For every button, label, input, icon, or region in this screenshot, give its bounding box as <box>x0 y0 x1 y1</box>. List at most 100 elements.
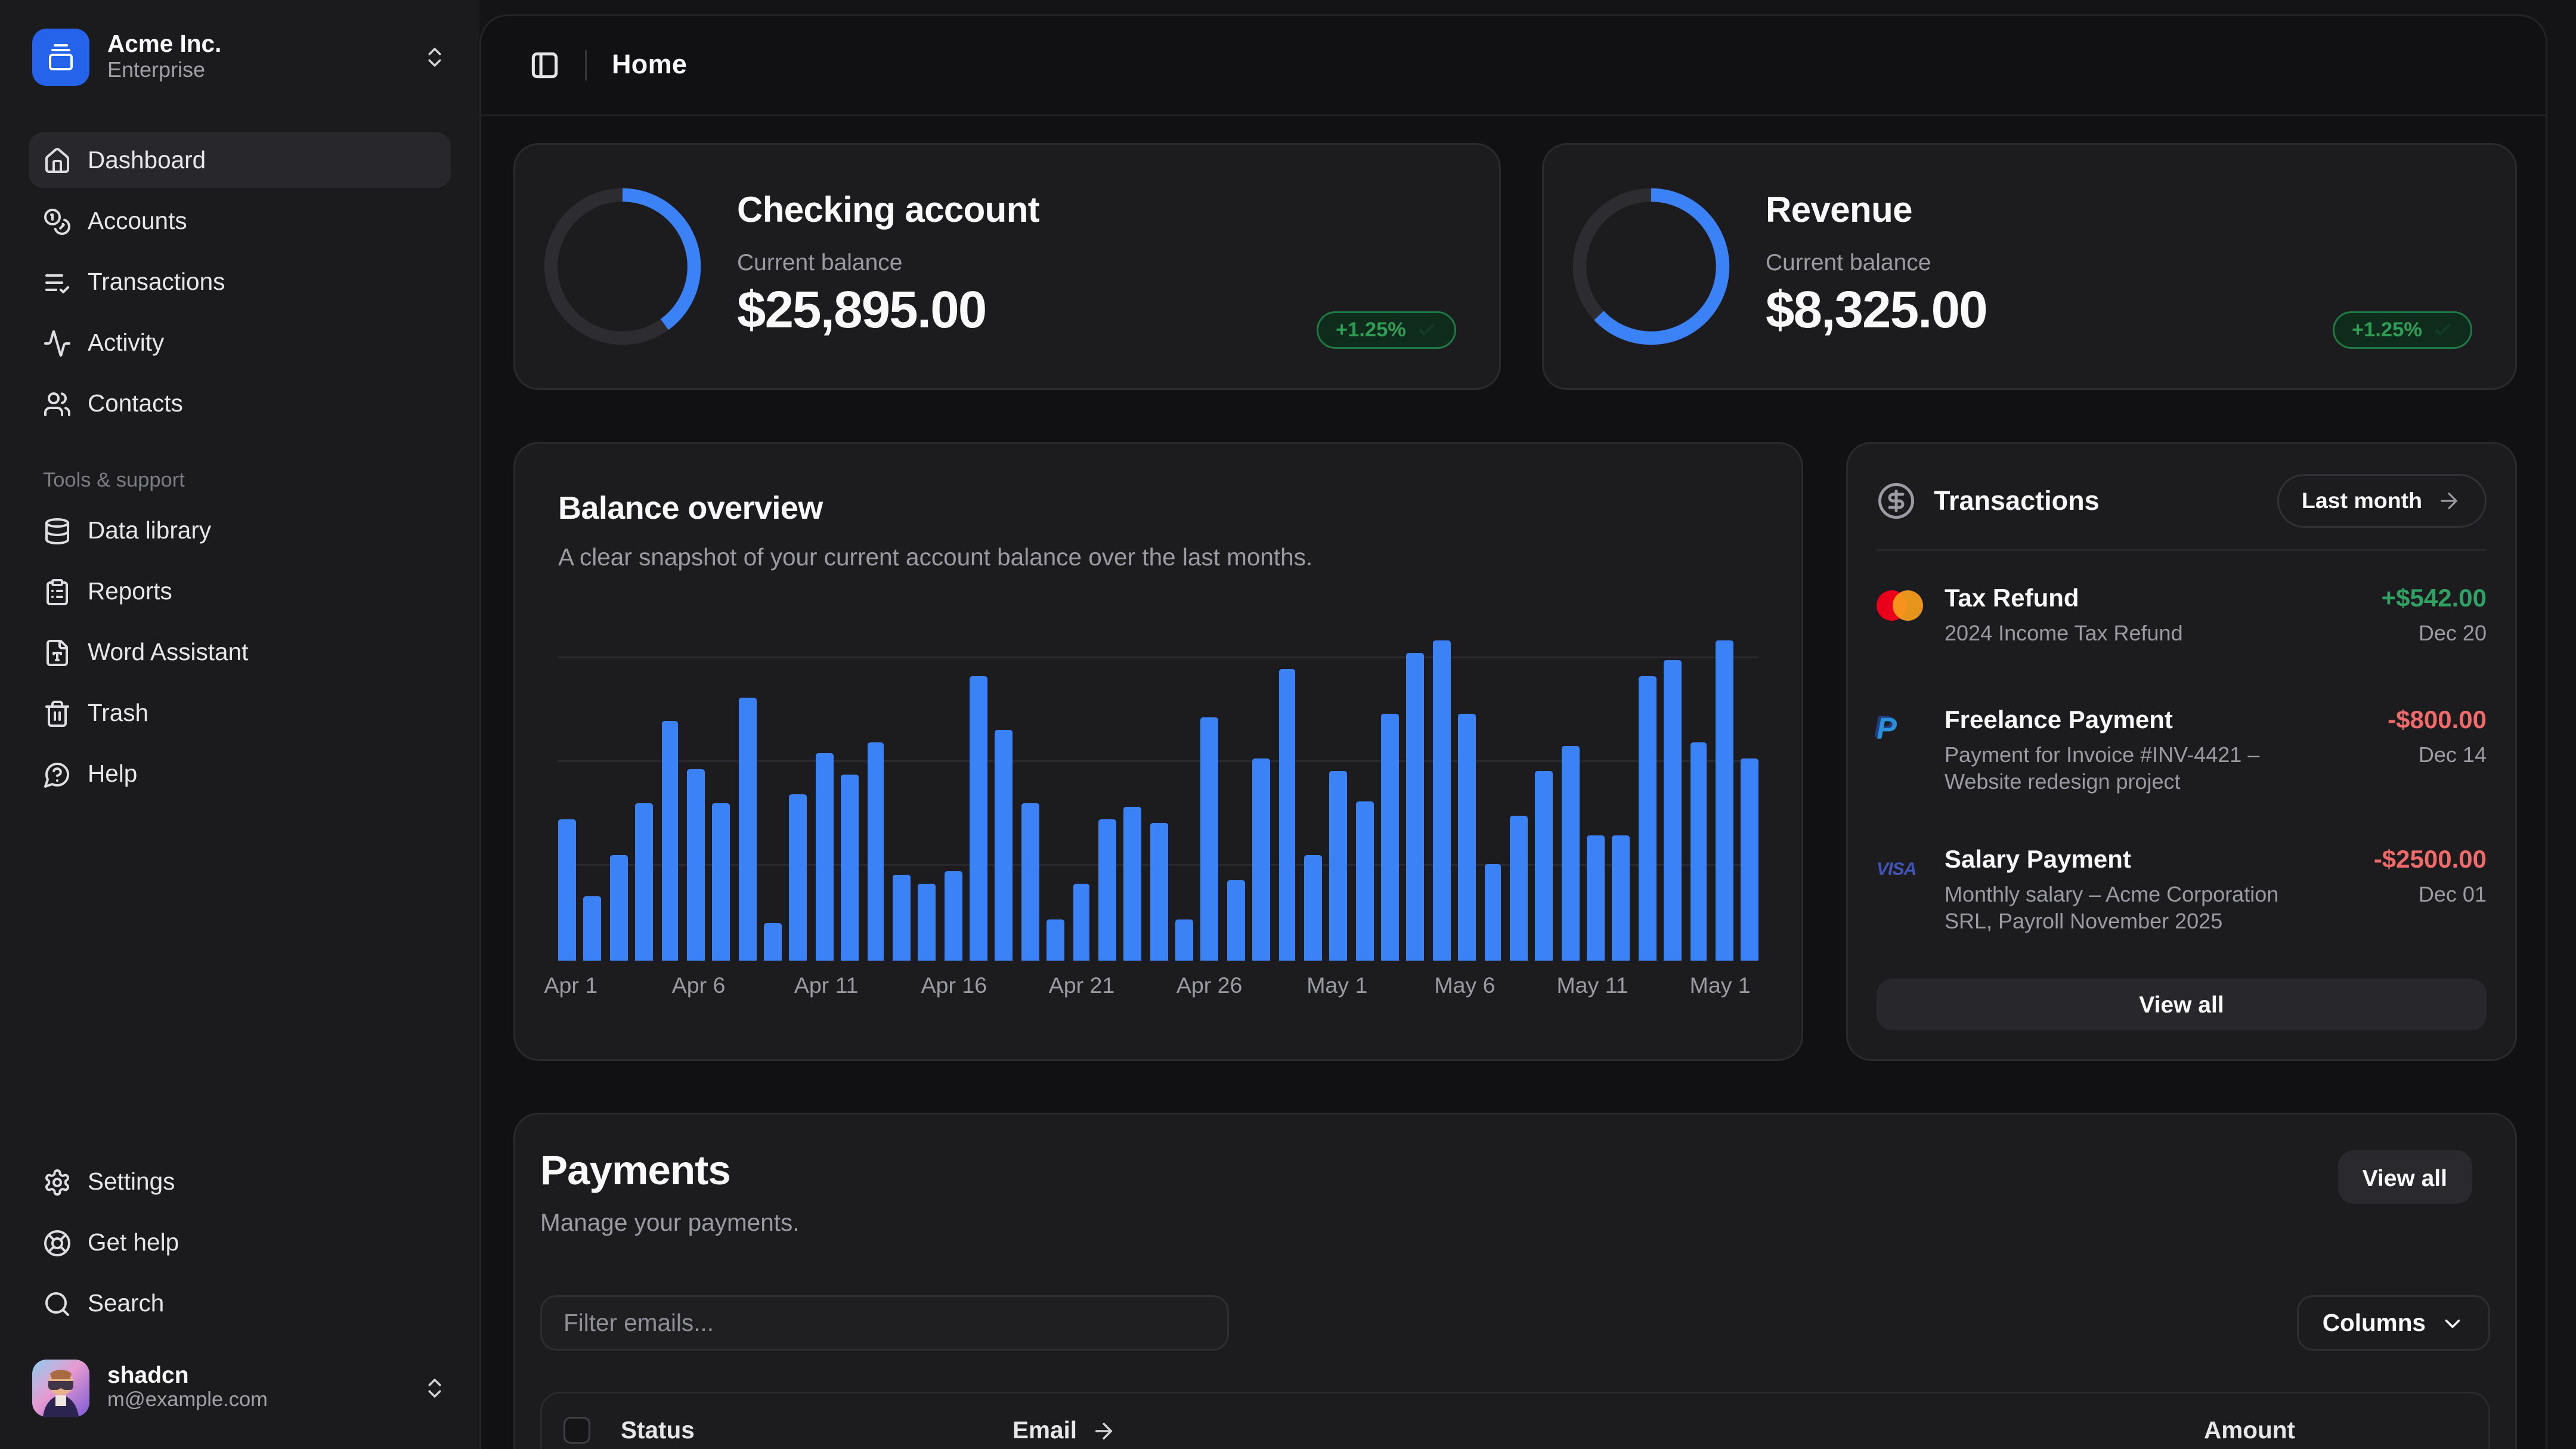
file-type-icon <box>43 638 72 667</box>
sidebar-item-get-help[interactable]: Get help <box>29 1215 451 1270</box>
sidebar-item-word-assistant[interactable]: Word Assistant <box>29 624 451 680</box>
chart-bar <box>713 804 730 961</box>
chart-bar <box>1664 660 1682 961</box>
chart-bar <box>1612 836 1630 961</box>
transactions-view-all-button[interactable]: View all <box>1877 979 2487 1030</box>
chart-bar <box>1535 772 1553 961</box>
payments-title: Payments <box>515 1114 2515 1195</box>
user-menu[interactable]: shadcn m@example.com <box>29 1352 451 1424</box>
transaction-description: Monthly salary – Acme Corporation SRL, P… <box>1945 882 2302 937</box>
sidebar-item-label: Transactions <box>88 268 225 295</box>
chart-bar <box>1175 919 1193 961</box>
sidebar-toggle-button[interactable] <box>521 42 567 89</box>
page-title: Home <box>612 50 687 80</box>
transactions-title: Transactions <box>1934 486 2100 516</box>
chart-bar <box>1021 804 1039 961</box>
payments-card: Payments Manage your payments. View all … <box>513 1113 2517 1449</box>
sidebar-item-label: Trash <box>88 699 148 726</box>
dashboard-app: Acme Inc. Enterprise Dashboard Accounts … <box>0 0 2576 1449</box>
chart-subtitle: A clear snapshot of your current account… <box>515 528 1801 571</box>
coins-icon <box>43 207 72 236</box>
transaction-row[interactable]: VISA Salary Payment Monthly salary – Acm… <box>1877 844 2487 937</box>
chevron-down-icon <box>2440 1311 2465 1336</box>
progress-ring <box>1565 181 1737 352</box>
sidebar-item-dashboard[interactable]: Dashboard <box>29 132 451 188</box>
org-switcher[interactable]: Acme Inc. Enterprise <box>29 21 451 93</box>
x-tick-label: Apr 1 <box>544 973 598 998</box>
chart-bar <box>1098 820 1116 961</box>
visa-icon: VISA <box>1877 844 1945 937</box>
sidebar-item-label: Word Assistant <box>88 639 248 665</box>
sidebar-item-label: Reports <box>88 578 172 605</box>
transaction-description: Payment for Invoice #INV-4421 – Website … <box>1945 742 2302 797</box>
activity-icon <box>43 329 72 357</box>
chart-bar <box>1458 714 1476 961</box>
user-email: m@example.com <box>107 1390 404 1414</box>
sidebar-item-label: Data library <box>88 517 211 544</box>
house-icon <box>43 146 72 175</box>
chart-bar <box>893 874 911 961</box>
org-logo-icon <box>32 29 89 86</box>
chart-bar <box>1561 746 1579 961</box>
transaction-row[interactable]: Tax Refund 2024 Income Tax Refund +$542.… <box>1877 583 2487 648</box>
filter-emails-input[interactable] <box>540 1295 1229 1351</box>
sidebar-item-label: Dashboard <box>88 147 206 174</box>
nav-tools: Data library Reports Word Assistant Tras… <box>29 503 451 801</box>
sidebar-item-search[interactable]: Search <box>29 1275 451 1331</box>
sidebar-item-trash[interactable]: Trash <box>29 685 451 741</box>
chart-bar <box>635 804 653 961</box>
chart-bar <box>995 730 1013 961</box>
sidebar-item-activity[interactable]: Activity <box>29 315 451 370</box>
sidebar-item-data-library[interactable]: Data library <box>29 503 451 558</box>
chart-bar <box>1432 640 1450 961</box>
chart-bar <box>1227 881 1244 961</box>
sidebar: Acme Inc. Enterprise Dashboard Accounts … <box>0 0 479 1449</box>
x-tick-label: Apr 6 <box>672 973 726 998</box>
sidebar-item-transactions[interactable]: Transactions <box>29 254 451 309</box>
chart-bar <box>764 922 782 961</box>
transaction-amount: +$542.00 <box>2382 583 2487 612</box>
chart-bar <box>1407 654 1425 961</box>
x-tick-label: Apr 26 <box>1176 973 1243 998</box>
help-circle-icon <box>43 760 72 788</box>
select-all-checkbox[interactable] <box>564 1417 590 1444</box>
sidebar-item-reports[interactable]: Reports <box>29 564 451 619</box>
columns-dropdown-button[interactable]: Columns <box>2298 1295 2490 1351</box>
chart-bar <box>1073 884 1091 961</box>
x-tick-label: Apr 11 <box>794 973 859 998</box>
amount-column-header: Amount <box>2204 1417 2467 1444</box>
payments-view-all-button[interactable]: View all <box>2337 1150 2472 1204</box>
sidebar-item-settings[interactable]: Settings <box>29 1154 451 1209</box>
chart-bar <box>1124 807 1142 961</box>
payments-table: Status Email Amount <box>540 1392 2490 1449</box>
paypal-icon: P <box>1877 705 1945 797</box>
chart-bar <box>1150 823 1168 961</box>
chart-bar <box>1304 855 1322 961</box>
transaction-date: Dec 14 <box>2388 742 2487 767</box>
sidebar-item-label: Help <box>88 760 137 787</box>
chart-bar <box>661 720 679 961</box>
chart-title: Balance overview <box>515 444 1801 528</box>
transaction-row[interactable]: P Freelance Payment Payment for Invoice … <box>1877 705 2487 797</box>
nav-footer: Settings Get help Search <box>29 1154 451 1331</box>
chevrons-up-down-icon <box>422 45 447 70</box>
nav-main: Dashboard Accounts Transactions Activity… <box>29 132 451 431</box>
sidebar-item-accounts[interactable]: Accounts <box>29 193 451 249</box>
x-tick-label: May 1 <box>1306 973 1367 998</box>
clipboard-list-icon <box>43 577 72 606</box>
chart-bar <box>1716 640 1733 961</box>
sidebar-item-help[interactable]: Help <box>29 746 451 801</box>
card-title: Revenue <box>1766 191 1987 233</box>
users-icon <box>43 389 72 418</box>
database-icon <box>43 516 72 545</box>
chart-bar <box>867 743 885 961</box>
sidebar-item-label: Get help <box>88 1229 179 1256</box>
chart-bar <box>1278 669 1296 961</box>
sidebar-item-contacts[interactable]: Contacts <box>29 376 451 431</box>
payments-subtitle: Manage your payments. <box>515 1195 2515 1236</box>
topbar-border <box>481 114 2546 116</box>
list-check-icon <box>43 268 72 296</box>
email-column-header[interactable]: Email <box>1013 1417 2204 1444</box>
arrow-right-icon <box>2436 488 2462 513</box>
last-month-button[interactable]: Last month <box>2277 474 2487 528</box>
